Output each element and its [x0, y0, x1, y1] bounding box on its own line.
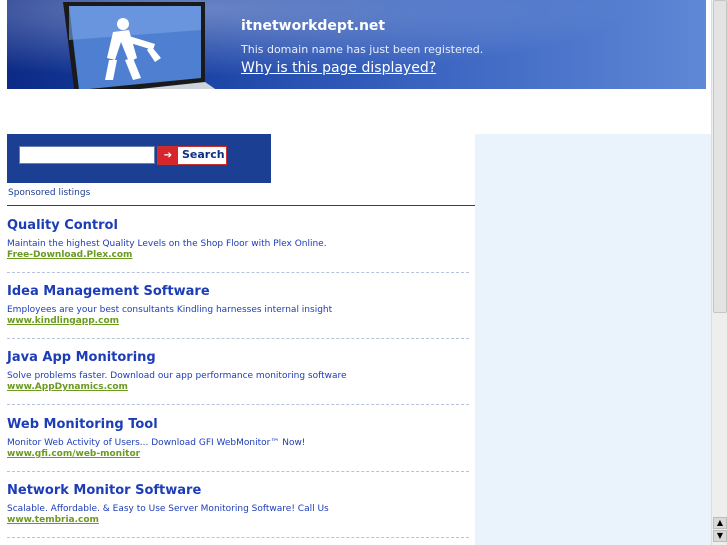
- listing-item: Network Monitor Software Scalable. Affor…: [7, 483, 469, 525]
- listing-description: Scalable. Affordable. & Easy to Use Serv…: [7, 504, 329, 514]
- listing-item: Quality Control Maintain the highest Qua…: [7, 218, 469, 260]
- scroll-down-icon[interactable]: ▼: [713, 530, 727, 542]
- listing-description: Maintain the highest Quality Levels on t…: [7, 239, 327, 249]
- listing-url-link[interactable]: www.tembria.com: [7, 515, 469, 525]
- listing-title-link[interactable]: Web Monitoring Tool: [7, 417, 469, 432]
- listing-item: Java App Monitoring Solve problems faste…: [7, 350, 469, 392]
- listing-url-link[interactable]: www.kindlingapp.com: [7, 316, 469, 326]
- listing-separator: [7, 272, 469, 273]
- listing-url-link[interactable]: www.gfi.com/web-monitor: [7, 449, 469, 459]
- arrow-right-icon: ➔: [158, 147, 178, 164]
- listing-title-link[interactable]: Idea Management Software: [7, 284, 469, 299]
- listing-separator: [7, 404, 469, 405]
- divider: [7, 205, 475, 206]
- listing-description: Solve problems faster. Download our app …: [7, 371, 347, 381]
- listing-title-link[interactable]: Quality Control: [7, 218, 469, 233]
- listing-description: Monitor Web Activity of Users... Downloa…: [7, 438, 306, 448]
- listing-description: Employees are your best consultants Kind…: [7, 305, 333, 315]
- search-input[interactable]: [19, 146, 155, 164]
- listing-separator: [7, 537, 469, 538]
- search-box: ➔ Search: [7, 134, 271, 183]
- listing-separator: [7, 471, 469, 472]
- listing-item: Idea Management Software Employees are y…: [7, 284, 469, 326]
- scroll-thumb[interactable]: [713, 0, 727, 313]
- why-displayed-link[interactable]: Why is this page displayed?: [241, 60, 436, 76]
- domain-title: itnetworkdept.net: [241, 18, 386, 34]
- search-button-label: Search: [182, 148, 225, 161]
- scroll-up-icon[interactable]: ▲: [713, 517, 727, 529]
- header-banner: itnetworkdept.net This domain name has j…: [7, 0, 706, 89]
- sponsored-listings-label: Sponsored listings: [8, 188, 91, 198]
- listing-separator: [7, 338, 469, 339]
- listing-item: Web Monitoring Tool Monitor Web Activity…: [7, 417, 469, 459]
- search-button[interactable]: ➔ Search: [157, 146, 227, 165]
- vertical-scrollbar[interactable]: ▲ ▼: [711, 0, 727, 545]
- right-panel: [475, 134, 711, 545]
- registered-notice: This domain name has just been registere…: [241, 43, 484, 56]
- laptop-construction-icon: [63, 2, 216, 89]
- listing-title-link[interactable]: Network Monitor Software: [7, 483, 469, 498]
- listing-url-link[interactable]: www.AppDynamics.com: [7, 382, 469, 392]
- listing-title-link[interactable]: Java App Monitoring: [7, 350, 469, 365]
- listing-url-link[interactable]: Free-Download.Plex.com: [7, 250, 469, 260]
